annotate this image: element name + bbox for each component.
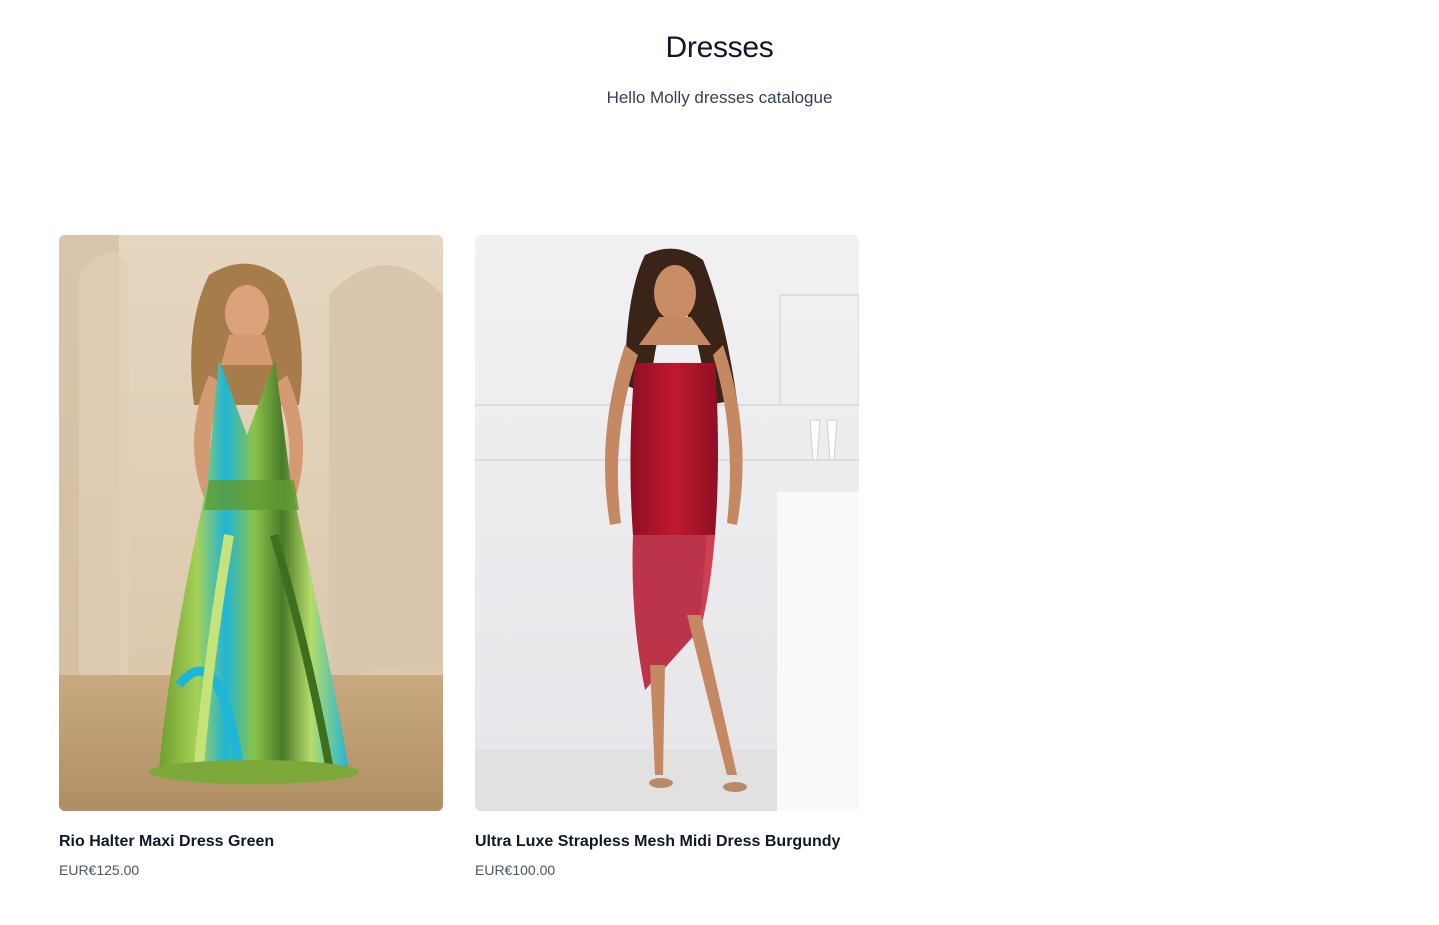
- page-subtitle: Hello Molly dresses catalogue: [606, 88, 833, 107]
- catalogue-page: Dresses Hello Molly dresses catalogue Ri…: [0, 0, 1439, 925]
- product-price: EUR€100.00: [475, 862, 556, 878]
- product-grid: Rio Halter Maxi Dress Green EUR€125.00 U…: [59, 235, 859, 880]
- product-image[interactable]: [475, 235, 859, 811]
- page-title: Dresses: [665, 31, 774, 64]
- product-photo-burgundy-dress: [475, 235, 859, 811]
- product-name[interactable]: Rio Halter Maxi Dress Green: [59, 831, 443, 853]
- product-photo-green-dress: [59, 235, 443, 811]
- page-header: Dresses Hello Molly dresses catalogue: [0, 28, 1439, 110]
- product-price: EUR€125.00: [59, 862, 140, 878]
- product-card[interactable]: Rio Halter Maxi Dress Green EUR€125.00: [59, 235, 443, 880]
- product-card[interactable]: Ultra Luxe Strapless Mesh Midi Dress Bur…: [475, 235, 859, 880]
- product-image[interactable]: [59, 235, 443, 811]
- product-name[interactable]: Ultra Luxe Strapless Mesh Midi Dress Bur…: [475, 831, 859, 853]
